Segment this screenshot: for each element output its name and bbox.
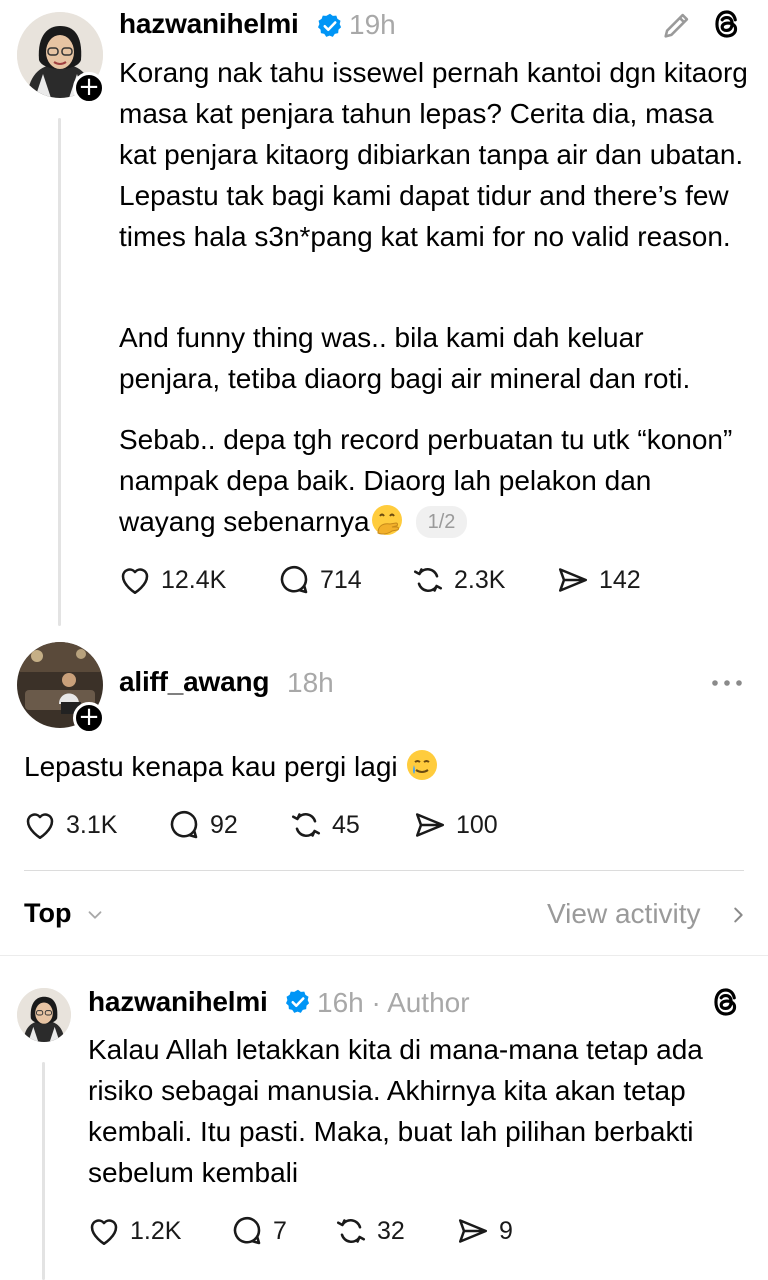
comment-icon: [233, 1216, 261, 1245]
share-icon: [558, 568, 588, 592]
post-time: 18h: [287, 667, 334, 698]
post-time: 16h · Author: [317, 987, 470, 1019]
repost-count: 45: [332, 810, 360, 839]
repost-button[interactable]: 2.3K: [410, 562, 505, 598]
section-separator: [0, 955, 768, 956]
username[interactable]: hazwanihelmi: [88, 986, 268, 1018]
like-button[interactable]: 1.2K: [86, 1213, 181, 1249]
divider: [24, 870, 744, 871]
chevron-right-icon[interactable]: [727, 903, 749, 927]
post-body: Korang nak tahu issewel pernah kantoi dg…: [119, 52, 749, 257]
share-count: 9: [499, 1216, 513, 1245]
post-time-value: 16h: [317, 987, 364, 1018]
post-paragraph: Kalau Allah letakkan kita di mana-mana t…: [88, 1034, 703, 1188]
verified-badge-icon: [285, 989, 310, 1013]
repost-icon: [291, 812, 321, 838]
post-time: 19h: [349, 9, 396, 40]
view-activity-link[interactable]: View activity: [547, 898, 701, 930]
thread-pager[interactable]: 1/2: [415, 506, 468, 538]
share-button[interactable]: 9: [455, 1213, 513, 1249]
like-button[interactable]: 12.4K: [117, 562, 226, 598]
reply-button[interactable]: 92: [166, 807, 238, 843]
share-count: 142: [599, 565, 641, 594]
thread-line: [58, 118, 61, 626]
post-body: Lepastu kenapa kau pergi lagi: [24, 746, 744, 787]
post-paragraph: Korang nak tahu issewel pernah kantoi dg…: [119, 57, 748, 252]
emoji-hand-over-mouth: [371, 505, 402, 535]
like-button[interactable]: 3.1K: [22, 807, 117, 843]
post-paragraph: And funny thing was.. bila kami dah kelu…: [119, 322, 691, 394]
comment-icon: [170, 810, 198, 839]
comment-icon: [280, 565, 308, 594]
share-button[interactable]: 100: [412, 807, 498, 843]
repost-icon: [413, 567, 443, 593]
emoji-crying-smile: [407, 750, 438, 780]
heart-icon: [90, 1219, 118, 1246]
reply-count: 7: [273, 1216, 287, 1245]
share-count: 100: [456, 810, 498, 839]
sort-label: Top: [24, 898, 72, 928]
post-paragraph-wrapper: Sebab.. depa tgh record perbuatan tu utk…: [119, 419, 749, 542]
post-body: Kalau Allah letakkan kita di mana-mana t…: [88, 1029, 733, 1193]
repost-button[interactable]: 45: [288, 807, 360, 843]
meta-separator: ·: [371, 987, 381, 1018]
verified-badge-icon: [317, 13, 342, 37]
reply-count: 714: [320, 565, 362, 594]
share-icon: [415, 813, 445, 837]
repost-count: 2.3K: [454, 565, 506, 594]
heart-icon: [26, 813, 54, 840]
reply-button[interactable]: 7: [229, 1213, 287, 1249]
reply-button[interactable]: 714: [276, 562, 362, 598]
repost-button[interactable]: 32: [333, 1213, 405, 1249]
author-tag: Author: [387, 987, 470, 1018]
heart-icon: [121, 568, 149, 595]
threads-icon[interactable]: [709, 6, 745, 42]
post-body: Sebab.. depa tgh record perbuatan tu utk…: [119, 419, 749, 542]
pencil-icon[interactable]: [660, 8, 694, 42]
reply-count: 92: [210, 810, 238, 839]
post-paragraph: Lepastu kenapa kau pergi lagi: [24, 751, 398, 782]
repost-count: 32: [377, 1216, 405, 1245]
username[interactable]: hazwanihelmi: [119, 8, 299, 40]
thread-line: [42, 1062, 45, 1280]
username[interactable]: aliff_awang: [119, 666, 269, 698]
post-paragraph-wrapper: Lepastu kenapa kau pergi lagi: [24, 746, 744, 787]
like-count: 1.2K: [130, 1216, 182, 1245]
follow-plus-icon[interactable]: +: [73, 72, 105, 104]
share-button[interactable]: 142: [555, 562, 641, 598]
threads-icon[interactable]: [708, 984, 744, 1020]
share-icon: [458, 1219, 488, 1243]
avatar[interactable]: [17, 988, 71, 1042]
more-icon[interactable]: [710, 668, 744, 698]
follow-plus-icon[interactable]: +: [73, 702, 105, 734]
chevron-down-icon[interactable]: [84, 904, 106, 926]
like-count: 12.4K: [161, 565, 227, 594]
post-body: And funny thing was.. bila kami dah kelu…: [119, 317, 749, 399]
sort-dropdown[interactable]: Top: [24, 898, 71, 929]
like-count: 3.1K: [66, 810, 118, 839]
repost-icon: [336, 1218, 366, 1244]
